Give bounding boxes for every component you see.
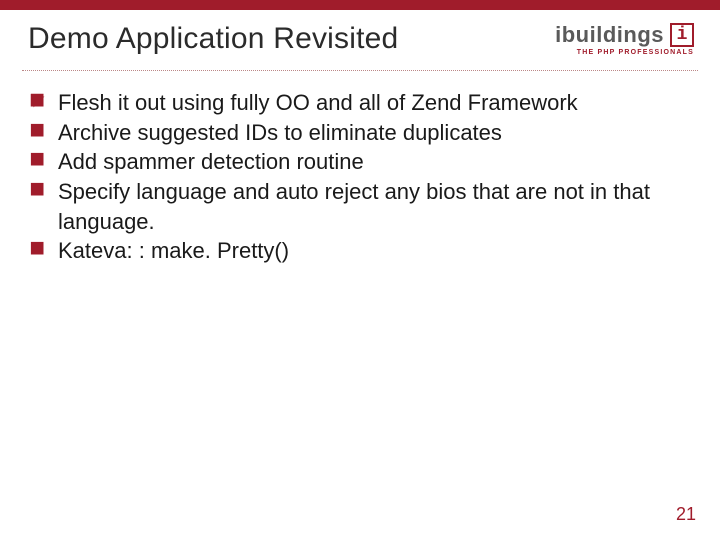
list-item: Specify language and auto reject any bio… (30, 177, 686, 236)
checkbox-icon (30, 93, 50, 113)
list-item: Kateva: : make. Pretty() (30, 236, 686, 266)
list-item-text: Archive suggested IDs to eliminate dupli… (58, 118, 686, 148)
logo-box-icon: i (670, 23, 694, 47)
list-item: Add spammer detection routine (30, 147, 686, 177)
logo-row: ibuildings i (555, 22, 694, 48)
logo-tagline: THE PHP PROFESSIONALS (555, 49, 694, 56)
list-item-text: Specify language and auto reject any bio… (58, 177, 686, 236)
checkbox-icon (30, 182, 50, 202)
top-accent-bar (0, 0, 720, 10)
slide-title: Demo Application Revisited (28, 22, 398, 56)
checkbox-icon (30, 152, 50, 172)
brand-logo: ibuildings i THE PHP PROFESSIONALS (555, 22, 694, 56)
list-item-text: Add spammer detection routine (58, 147, 686, 177)
checkbox-icon (30, 241, 50, 261)
list-item-text: Kateva: : make. Pretty() (58, 236, 686, 266)
page-number: 21 (676, 504, 696, 525)
list-item-text: Flesh it out using fully OO and all of Z… (58, 88, 686, 118)
list-item: Archive suggested IDs to eliminate dupli… (30, 118, 686, 148)
slide: Demo Application Revisited ibuildings i … (0, 0, 720, 540)
logo-text: ibuildings (555, 22, 664, 48)
title-divider (22, 70, 698, 71)
bullet-list: Flesh it out using fully OO and all of Z… (30, 88, 686, 266)
list-item: Flesh it out using fully OO and all of Z… (30, 88, 686, 118)
checkbox-icon (30, 123, 50, 143)
